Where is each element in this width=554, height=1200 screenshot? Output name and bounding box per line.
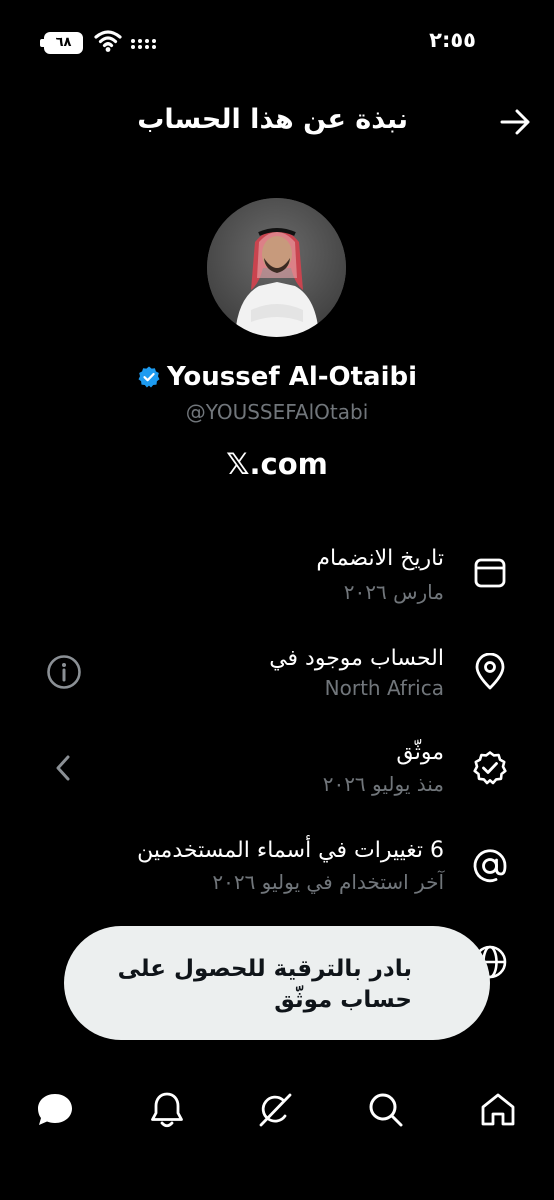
grok-icon: [259, 1093, 292, 1127]
toast-text: بادر بالترقية للحصول على حساب موثّق: [117, 956, 412, 1013]
upgrade-toast[interactable]: بادر بالترقية للحصول على حساب موثّق: [64, 926, 490, 1040]
notifications-icon: [151, 1092, 183, 1128]
arrow-right-icon: [500, 109, 530, 135]
info-title: تاريخ الانضمام: [316, 546, 444, 571]
display-name: Youssef Al-Otaibi: [166, 362, 418, 392]
site-label: 𝕏.com: [226, 447, 328, 481]
info-title: الحساب موجود في: [269, 646, 444, 671]
cellular-signal-icon: [131, 39, 156, 49]
info-row-username-changes: 6 تغييرات في أسماء المستخدمين آخر استخدا…: [0, 834, 554, 914]
search-icon: [369, 1093, 403, 1127]
home-icon: [481, 1093, 515, 1126]
info-subtitle: آخر استخدام في يوليو ٢٠٢٦: [212, 870, 444, 894]
info-row-joined: تاريخ الانضمام مارس ٢٠٢٦: [0, 540, 554, 620]
info-title: موثّق: [396, 740, 444, 765]
calendar-icon: [470, 552, 510, 592]
location-pin-icon: [470, 652, 510, 692]
verified-badge-icon: [138, 366, 160, 388]
status-time: ٢:٥٥: [429, 28, 476, 52]
battery-level: ٦٨: [55, 35, 72, 50]
back-button[interactable]: [496, 102, 536, 142]
bottom-nav: [0, 1080, 554, 1140]
info-subtitle: North Africa: [324, 676, 444, 700]
at-sign-icon: [470, 846, 510, 886]
info-icon: [47, 655, 81, 689]
nav-home[interactable]: [476, 1088, 520, 1132]
chevron-left-icon: [56, 755, 70, 781]
page-header: نبذة عن هذا الحساب: [0, 98, 554, 148]
name-row: Youssef Al-Otaibi: [0, 362, 554, 392]
avatar[interactable]: [207, 198, 346, 337]
nav-notifications[interactable]: [145, 1088, 189, 1132]
verified-badge-outline-icon: [470, 748, 510, 788]
profile-photo: [207, 198, 346, 337]
info-subtitle: مارس ٢٠٢٦: [343, 580, 444, 604]
user-handle: @YOUSSEFAlOtabi: [185, 400, 369, 424]
info-row-location: الحساب موجود في North Africa: [0, 640, 554, 720]
info-title: 6 تغييرات في أسماء المستخدمين: [137, 838, 444, 863]
page-title: نبذة عن هذا الحساب: [137, 104, 408, 135]
info-subtitle: منذ يوليو ٢٠٢٦: [322, 772, 444, 796]
status-bar: ٦٨ ٢:٥٥: [0, 28, 554, 58]
info-button[interactable]: [44, 652, 84, 692]
nav-search[interactable]: [364, 1088, 408, 1132]
messages-icon: [38, 1094, 72, 1125]
nav-messages[interactable]: [33, 1088, 77, 1132]
battery-icon: ٦٨: [40, 32, 86, 54]
nav-grok[interactable]: [253, 1088, 297, 1132]
wifi-icon: [94, 30, 122, 52]
chevron-button[interactable]: [44, 748, 84, 788]
info-row-verified[interactable]: موثّق منذ يوليو ٢٠٢٦: [0, 736, 554, 816]
